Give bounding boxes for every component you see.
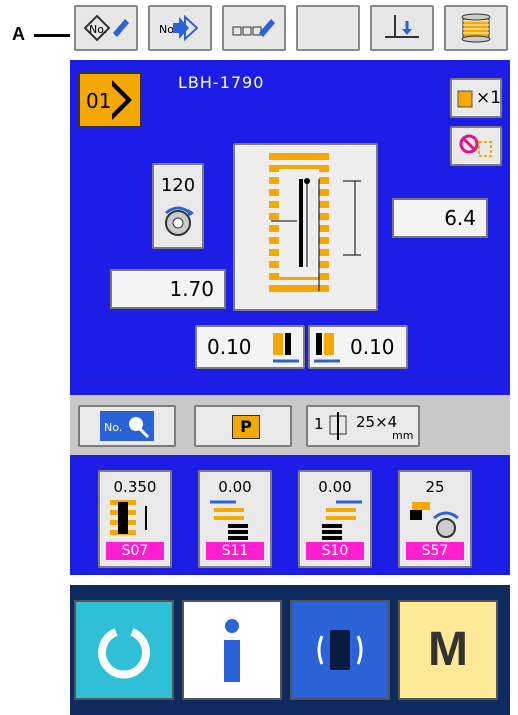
needle-down-icon xyxy=(385,15,419,38)
model-name: LBH-1790 xyxy=(178,73,265,92)
setting-button-s11[interactable]: 0.00 S11 xyxy=(198,470,272,568)
setting-value: 0.00 xyxy=(218,478,252,496)
bobbin-off-button[interactable] xyxy=(450,126,502,166)
needle-prefix: 1 xyxy=(314,415,324,433)
communication-icon xyxy=(317,630,363,670)
start-speed-icon xyxy=(410,502,459,538)
left-gap-button[interactable]: 0.10 xyxy=(195,325,305,369)
bobbin-thread-icon xyxy=(461,13,491,43)
svg-text:No.: No. xyxy=(104,421,122,434)
counter-multiplier: ×1 xyxy=(476,88,502,108)
setting-code: S07 xyxy=(106,542,164,560)
sewing-speed-value: 120 xyxy=(160,175,196,196)
setting-code: S11 xyxy=(206,542,264,560)
pattern-search-icon: No. xyxy=(100,411,154,441)
left-shift-icon xyxy=(210,500,248,540)
setting-button-s10[interactable]: 0.00 S10 xyxy=(298,470,372,568)
pattern-number-edit-button[interactable]: No. xyxy=(74,5,138,51)
right-gap-value: 0.10 xyxy=(350,335,395,359)
text-edit-button[interactable] xyxy=(222,5,286,51)
svg-text:No.: No. xyxy=(89,23,107,36)
buttonhole-shape-diagram[interactable] xyxy=(233,143,378,311)
top-toolbar: No. No. xyxy=(70,0,510,60)
pattern-number-edit-icon: No. xyxy=(83,14,129,42)
needle-down-button[interactable] xyxy=(370,5,434,51)
ready-icon xyxy=(98,628,150,679)
pattern-number-icon: 01 xyxy=(86,80,132,120)
mode-key[interactable]: M xyxy=(398,600,498,700)
buttonhole-shape-icon xyxy=(269,153,361,292)
callout-label-a: A xyxy=(12,24,25,44)
p-button[interactable]: P xyxy=(194,405,292,447)
pattern-list-button[interactable]: No. xyxy=(78,405,176,447)
counter-button[interactable]: ×1 xyxy=(450,78,502,118)
sewing-panel: No. No. 01 LBH-1790 ×1 120 6.4 1.70 0.10… xyxy=(70,0,510,715)
needle-info-button[interactable]: 1 25×4 mm xyxy=(306,405,420,447)
pattern-number-next-icon: No. xyxy=(159,14,199,42)
speed-dial-icon xyxy=(165,206,194,236)
blank-button[interactable] xyxy=(296,5,360,51)
ready-key[interactable] xyxy=(74,600,174,700)
right-gap-button[interactable]: 0.10 xyxy=(308,325,408,369)
counter-icon xyxy=(457,90,473,108)
setting-button-s07[interactable]: 0.350 S07 xyxy=(98,470,172,568)
p-label: P xyxy=(232,415,260,439)
mode-label: M xyxy=(428,623,468,676)
bobbin-thread-button[interactable] xyxy=(444,5,508,51)
information-key[interactable] xyxy=(182,600,282,700)
bar-width-field[interactable]: 1.70 xyxy=(110,269,226,309)
right-gap-icon xyxy=(314,333,340,363)
setting-button-s57[interactable]: 25 S57 xyxy=(398,470,472,568)
pattern-number-button[interactable]: 01 xyxy=(78,72,142,128)
setting-code: S10 xyxy=(306,542,364,560)
needle-plate-icon xyxy=(329,412,347,440)
setting-value: 0.00 xyxy=(318,478,352,496)
right-shift-icon xyxy=(322,500,362,540)
left-gap-icon xyxy=(273,333,299,363)
communication-key[interactable] xyxy=(290,600,390,700)
svg-text:01: 01 xyxy=(86,89,111,113)
setting-value: 25 xyxy=(425,478,445,496)
pattern-number-next-button[interactable]: No. xyxy=(148,5,212,51)
stitch-pitch-icon xyxy=(110,500,147,535)
sewing-speed-button[interactable]: 120 xyxy=(152,163,204,249)
setting-code: S57 xyxy=(406,542,464,560)
left-gap-value: 0.10 xyxy=(207,335,252,359)
no-entry-icon xyxy=(459,134,492,157)
text-edit-icon xyxy=(232,19,275,37)
needle-unit: mm xyxy=(392,429,414,442)
buttonhole-length-field[interactable]: 6.4 xyxy=(392,198,488,238)
info-icon xyxy=(224,619,240,682)
setting-value: 0.350 xyxy=(113,478,157,496)
